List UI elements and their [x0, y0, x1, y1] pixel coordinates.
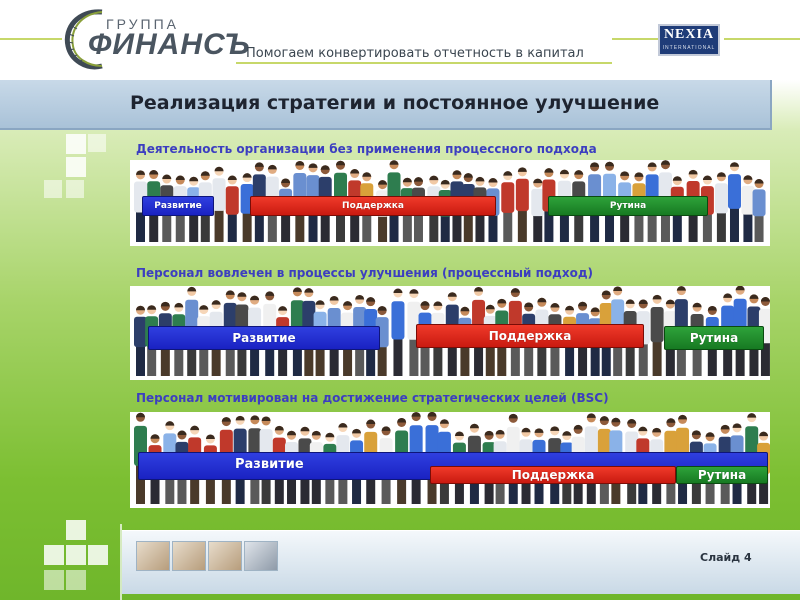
header-rule-right: [724, 38, 800, 40]
person-figure: [531, 178, 545, 242]
band-support-2: Поддержка: [416, 324, 644, 348]
band-label: Развитие: [232, 331, 296, 345]
finance-group-logo: ГРУППА ФИНАНСЪ: [62, 6, 250, 72]
slide-number: Слайд 4: [700, 551, 752, 564]
band-label: Развитие: [235, 457, 304, 472]
band-development-1: Развитие: [142, 196, 214, 216]
decor-square: [88, 134, 106, 152]
nexia-subtitle: INTERNATIONAL: [662, 45, 716, 51]
band-label: Развитие: [154, 201, 202, 211]
decor-square: [66, 180, 84, 198]
section-panel-3: Развитие Поддержка Рутина: [130, 412, 770, 508]
band-routine-1: Рутина: [548, 196, 708, 216]
band-support-1: Поддержка: [250, 196, 496, 216]
person-figure: [515, 167, 529, 242]
person-figure: [134, 305, 147, 376]
nexia-logo-icon: NEXIA INTERNATIONAL: [658, 24, 720, 56]
logo-main-text: ФИНАНСЪ: [88, 28, 251, 61]
band-label: Рутина: [689, 331, 739, 345]
decor-square: [66, 520, 86, 540]
section-heading-1: Деятельность организации без применения …: [136, 142, 597, 156]
header-rule-left: [0, 38, 62, 40]
decor-square: [44, 545, 64, 565]
person-figure: [752, 179, 766, 242]
band-label: Рутина: [697, 468, 747, 482]
company-slogan: Помогаем конвертировать отчетность в кап…: [246, 46, 584, 61]
person-figure: [501, 171, 515, 242]
band-support-3: Поддержка: [430, 466, 676, 484]
person-figure: [212, 166, 226, 242]
person-figure: [225, 175, 239, 242]
band-label: Поддержка: [342, 201, 404, 211]
section-heading-3: Персонал мотивирован на достижение страт…: [136, 391, 609, 405]
decor-square: [44, 570, 64, 590]
decor-square: [66, 570, 86, 590]
nexia-name: NEXIA: [663, 27, 715, 42]
section-heading-2: Персонал вовлечен в процессы улучшения (…: [136, 266, 593, 280]
decor-square: [44, 180, 62, 198]
section-panel-1: Развитие Поддержка Рутина: [130, 160, 770, 246]
band-label: Рутина: [609, 201, 647, 211]
person-figure: [391, 288, 405, 376]
page-title: Реализация стратегии и постоянное улучше…: [130, 92, 660, 114]
decor-square: [66, 134, 86, 154]
band-development-2: Развитие: [148, 326, 380, 350]
person-figure: [650, 294, 664, 376]
footer-thumbnail-4: [244, 541, 278, 571]
section-panel-2: Развитие Поддержка Рутина: [130, 286, 770, 380]
person-figure: [727, 162, 741, 242]
band-label: Поддержка: [488, 329, 572, 343]
person-figure: [741, 175, 755, 242]
decor-square: [66, 157, 86, 177]
decor-square: [66, 545, 86, 565]
band-routine-3: Рутина: [676, 466, 768, 484]
decor-square: [88, 545, 108, 565]
footer-thumbnail-3: [208, 541, 242, 571]
band-routine-2: Рутина: [664, 326, 764, 350]
person-figure: [714, 172, 728, 242]
band-label: Поддержка: [511, 468, 595, 482]
header-rule-middle: [612, 38, 658, 40]
slide-header: ГРУППА ФИНАНСЪ Помогаем конвертировать о…: [0, 0, 800, 80]
footer-thumbnail-2: [172, 541, 206, 571]
footer-thumbnail-1: [136, 541, 170, 571]
